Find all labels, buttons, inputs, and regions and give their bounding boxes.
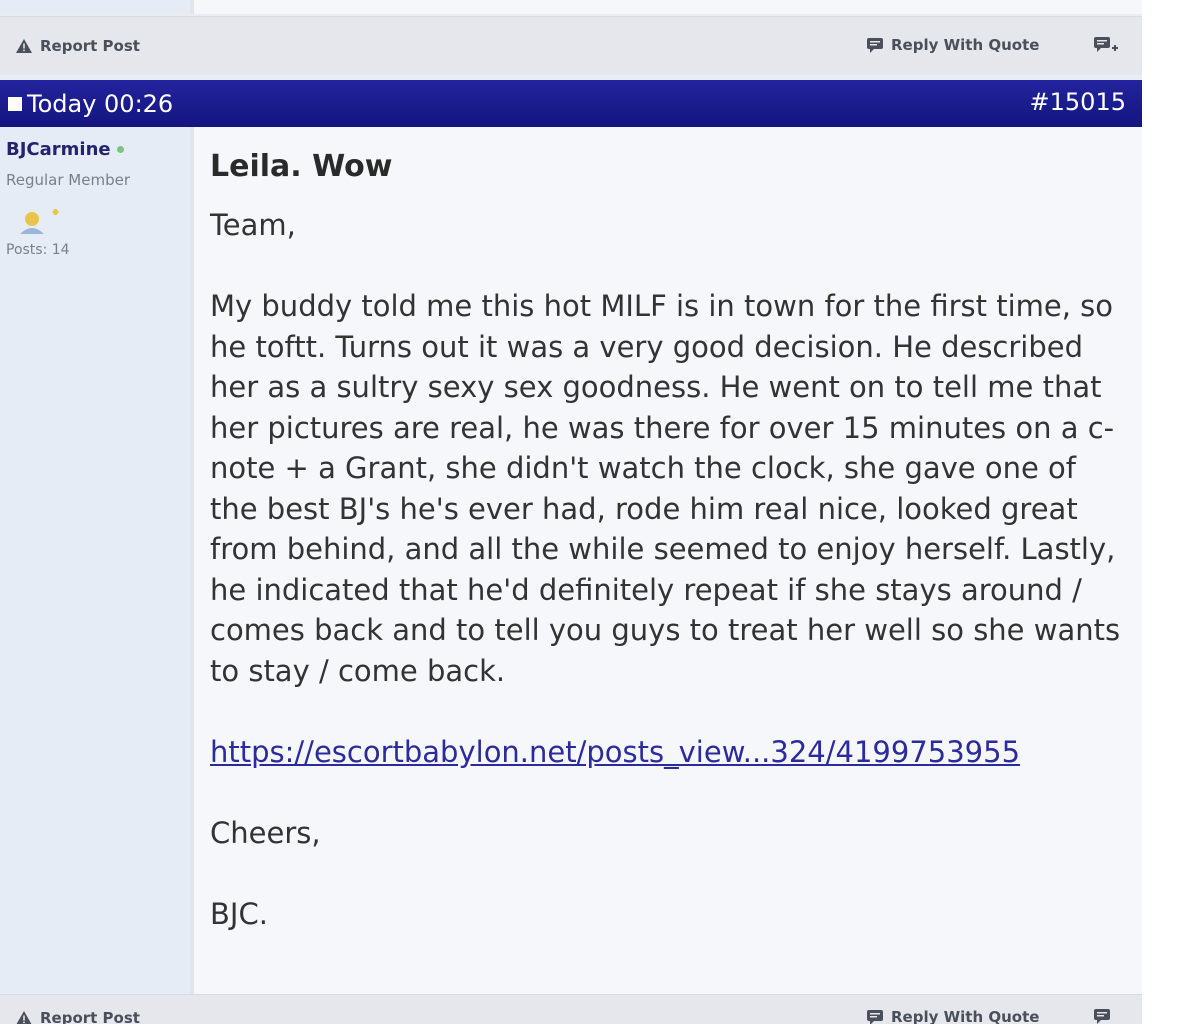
speech-bubble-icon [867, 1009, 883, 1024]
online-status-icon [116, 146, 124, 153]
user-post-count: Posts: 14 [6, 242, 70, 258]
warning-triangle-icon [16, 1011, 32, 1024]
post-paragraph: My buddy told me this hot MILF is in tow… [210, 289, 1121, 688]
multi-quote-button[interactable] [1093, 36, 1119, 58]
speech-bubble-icon [867, 37, 883, 53]
report-post-link[interactable]: Report Post [15, 1009, 140, 1024]
reply-with-quote-label: Reply With Quote [891, 36, 1040, 54]
username-text: BJCarmine [6, 139, 111, 160]
post-header: Today 00:26 #15015 [0, 80, 1142, 127]
user-title: Regular Member [6, 171, 130, 189]
thread-container: Report Post Reply With Quote Today 00:26… [0, 0, 1142, 1024]
user-info-column: BJCarmine Regular Member Posts: 14 [0, 127, 194, 994]
square-icon [8, 97, 22, 111]
previous-post-footer: Report Post Reply With Quote [0, 16, 1142, 75]
post-footer: Report Post Reply With Quote [0, 994, 1142, 1024]
previous-post-user-column [0, 0, 194, 14]
post-title: Leila. Wow [210, 149, 393, 184]
report-post-link[interactable]: Report Post [15, 37, 140, 55]
warning-triangle-icon [16, 39, 32, 53]
post-greeting: Team, [210, 208, 296, 242]
username-link[interactable]: BJCarmine [6, 139, 124, 160]
reply-with-quote-label: Reply With Quote [891, 1008, 1040, 1024]
report-post-label: Report Post [40, 1009, 140, 1024]
multi-quote-icon [1094, 1009, 1110, 1024]
multi-quote-icon [1094, 37, 1118, 52]
report-post-label: Report Post [40, 37, 140, 55]
post-signoff: Cheers, [210, 815, 321, 850]
post-body: BJCarmine Regular Member Posts: 14 Leila… [0, 127, 1142, 994]
post-date: Today 00:26 [8, 90, 173, 118]
post-number-link[interactable]: #15015 [1030, 88, 1126, 116]
post-signature: BJC. [210, 896, 268, 931]
post-message: Team, My buddy told me this hot MILF is … [210, 205, 1130, 934]
reply-with-quote-link[interactable]: Reply With Quote [866, 36, 1039, 54]
page: Report Post Reply With Quote Today 00:26… [0, 0, 1189, 1024]
previous-post-tail [0, 0, 1142, 14]
reply-with-quote-link[interactable]: Reply With Quote [866, 1008, 1039, 1024]
multi-quote-button[interactable] [1093, 1008, 1119, 1024]
post-date-text: Today 00:26 [27, 90, 174, 118]
reputation-badge-icon [18, 207, 62, 241]
external-link[interactable]: https://escortbabylon.net/posts_view...3… [210, 735, 1020, 769]
